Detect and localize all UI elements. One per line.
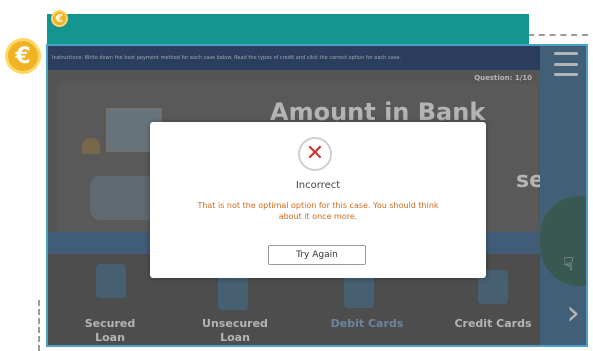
game-screen: Instructions: Write down the best paymen… [46, 44, 588, 347]
dialog-message: That is not the optimal option for this … [197, 201, 439, 221]
coin-icon-small: € [51, 10, 68, 27]
try-again-button[interactable]: Try Again [268, 245, 366, 265]
dashed-guide-horizontal [528, 34, 588, 36]
dialog-title: Incorrect [295, 180, 341, 191]
feedback-dialog: ✕ Incorrect That is not the optimal opti… [150, 122, 486, 278]
coin-icon[interactable]: € [5, 38, 41, 74]
close-icon: ✕ [298, 137, 332, 171]
dashed-guide-vertical [38, 300, 40, 351]
